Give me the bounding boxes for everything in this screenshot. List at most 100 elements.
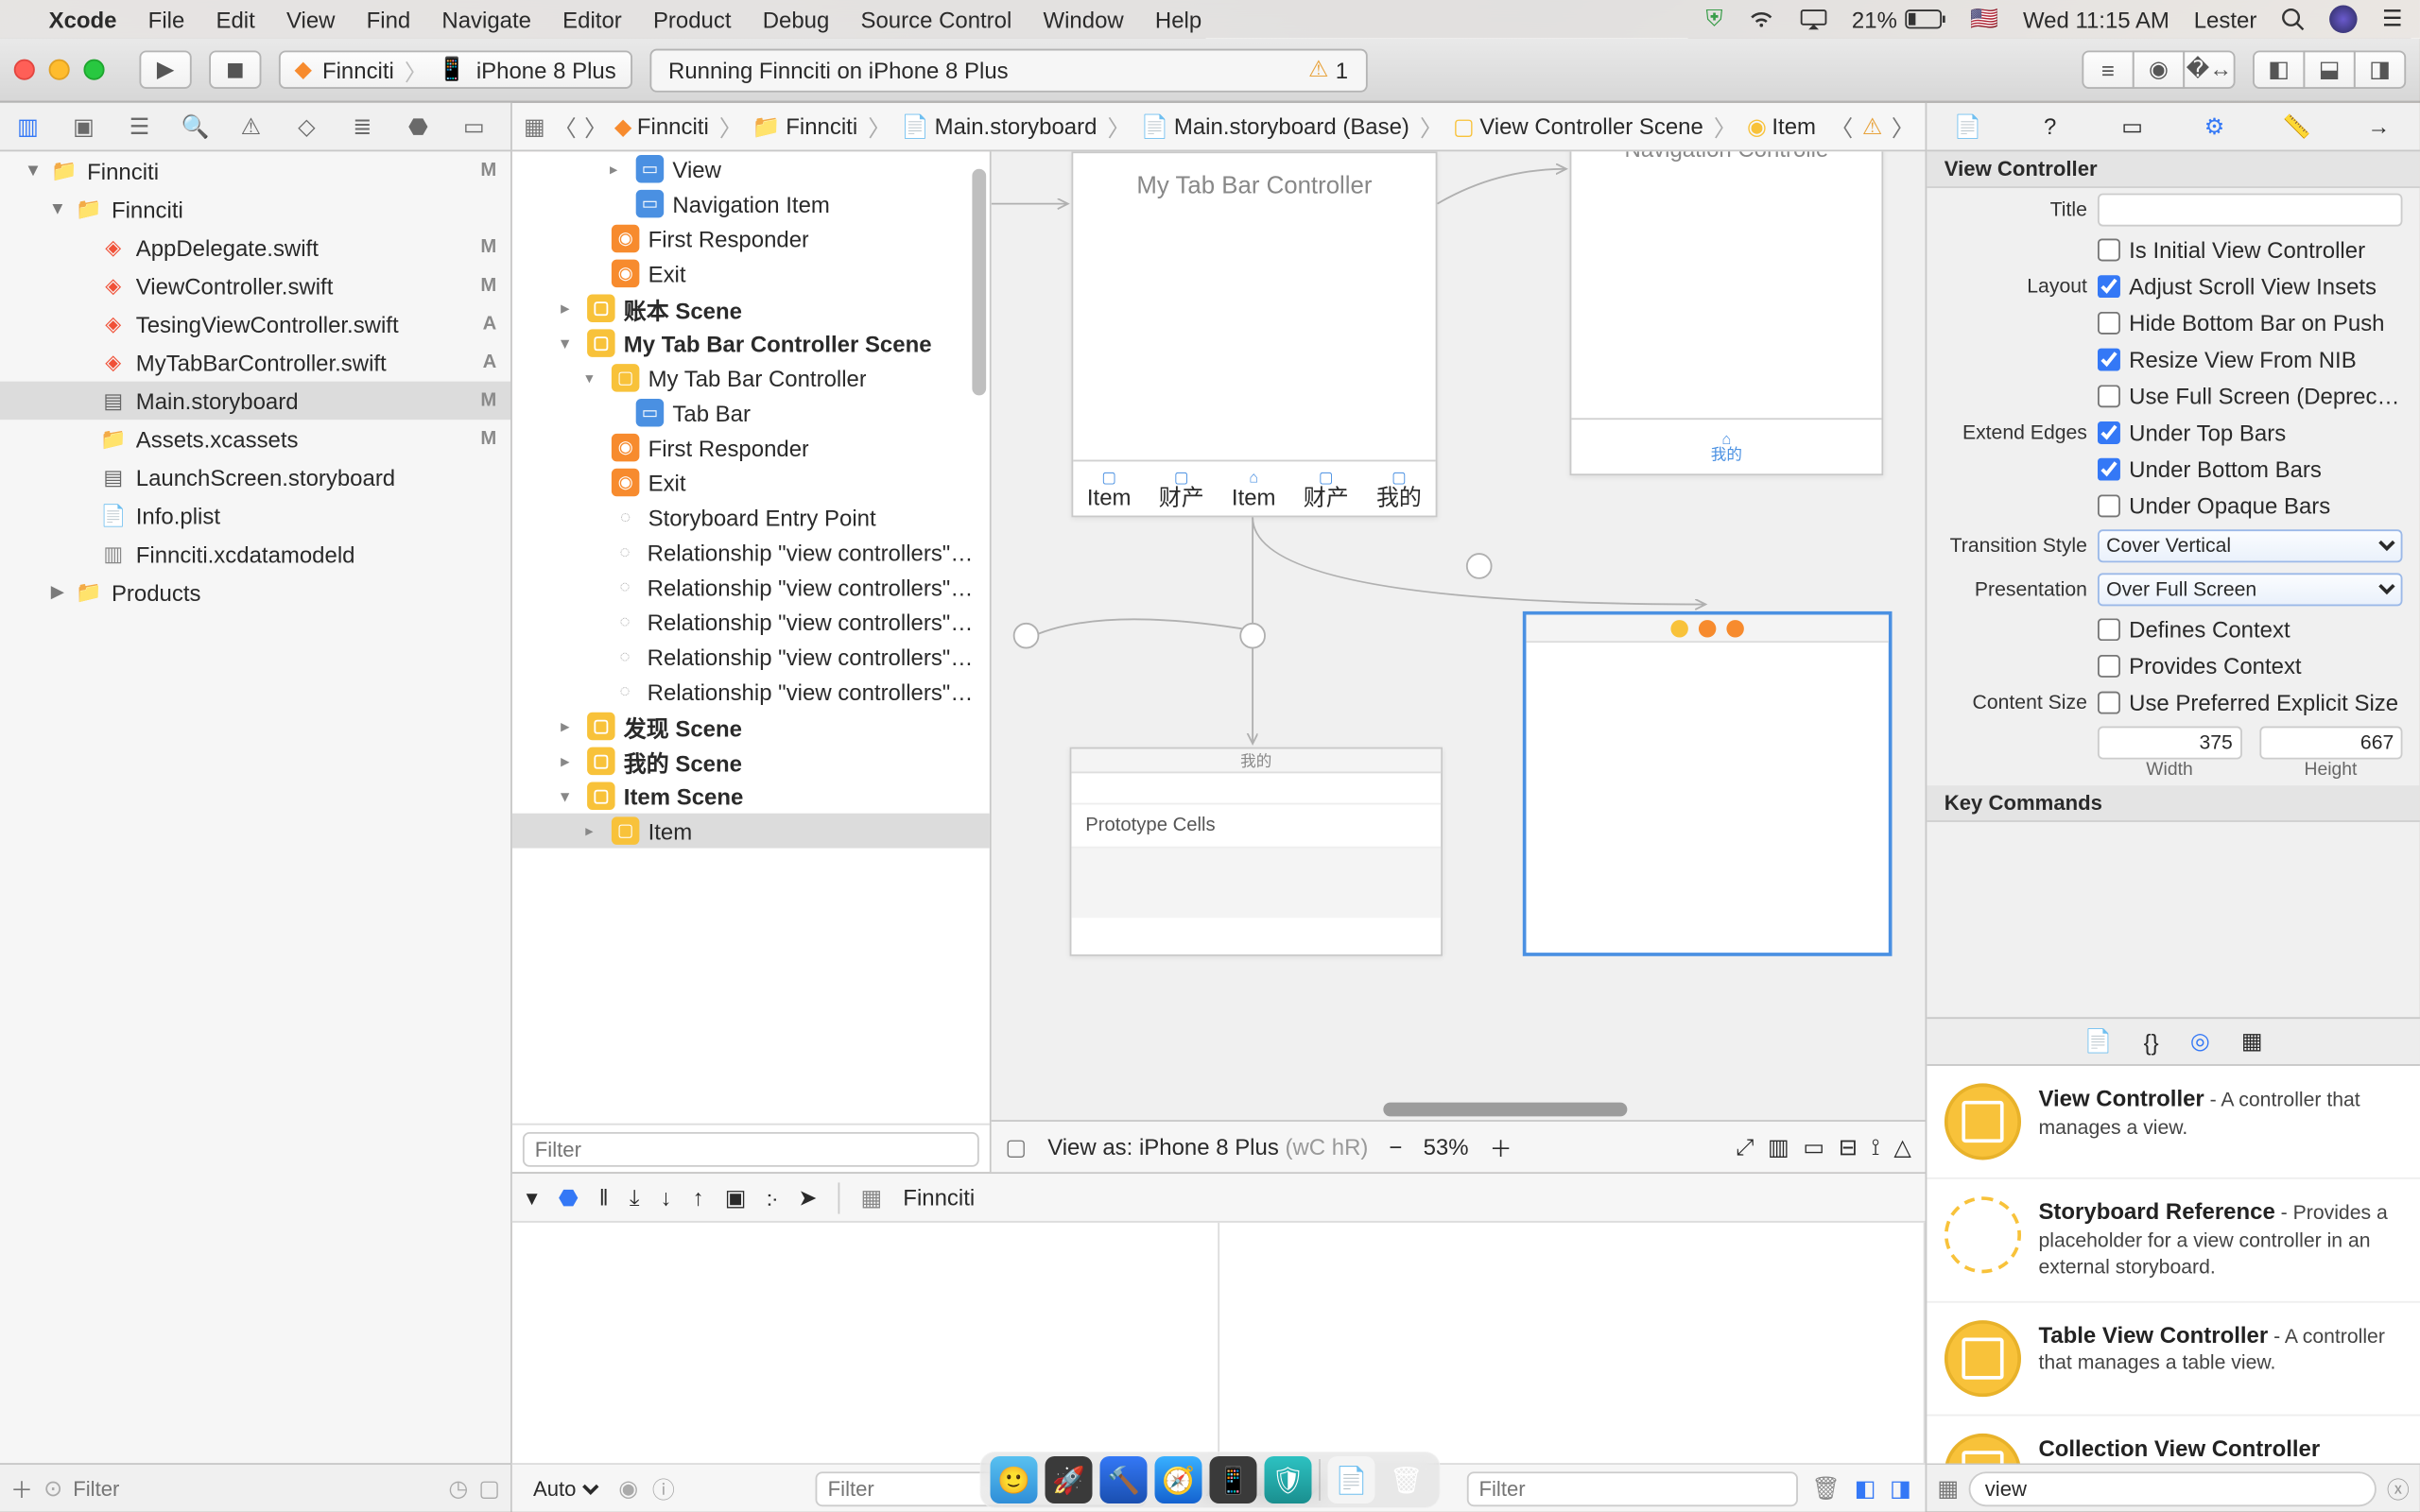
canvas-selected-vc[interactable] bbox=[1523, 611, 1893, 956]
issue-navigator-tab[interactable]: ⚠ bbox=[223, 102, 279, 151]
library-item[interactable]: Storyboard Reference - Provides a placeh… bbox=[1927, 1179, 2420, 1302]
next-issue-button[interactable]: 〉 bbox=[1891, 109, 1914, 144]
console-view[interactable] bbox=[1219, 1223, 1925, 1463]
crumb-file[interactable]: 📄Main.storyboard bbox=[901, 112, 1097, 140]
source-control-navigator-tab[interactable]: ▣ bbox=[56, 102, 112, 151]
adjust-insets-checkbox[interactable] bbox=[2098, 275, 2120, 298]
memory-graph-button[interactable]: ჻ bbox=[767, 1183, 777, 1211]
continue-button[interactable]: ‖ bbox=[599, 1184, 609, 1211]
scm-filter-icon[interactable]: ▢ bbox=[478, 1474, 500, 1502]
input-source-icon[interactable]: 🇺🇸 bbox=[1970, 6, 1998, 33]
clear-filter-button[interactable]: ⓧ bbox=[2387, 1471, 2410, 1504]
toggle-console-button[interactable]: ◨ bbox=[1890, 1474, 1911, 1502]
breakpoint-navigator-tab[interactable]: ⬣ bbox=[390, 102, 446, 151]
file-row[interactable]: ▤Main.storyboardM bbox=[0, 382, 510, 421]
crumb-project[interactable]: ◆Finnciti bbox=[614, 112, 709, 140]
menu-edit[interactable]: Edit bbox=[216, 6, 254, 32]
file-row[interactable]: ◈ViewController.swiftM bbox=[0, 266, 510, 305]
add-file-button[interactable]: ＋ bbox=[10, 1471, 33, 1504]
issue-indicator[interactable]: ⚠1 bbox=[1308, 56, 1348, 83]
outline-row[interactable]: ◌Relationship "view controllers" t… bbox=[512, 535, 990, 570]
dock-trash[interactable]: 🗑 bbox=[1383, 1456, 1430, 1503]
zoom-in-button[interactable]: ＋ bbox=[1490, 1130, 1512, 1163]
outline-row[interactable]: ◉First Responder bbox=[512, 430, 990, 465]
close-window[interactable] bbox=[14, 60, 35, 80]
recent-filter-icon[interactable]: ◷ bbox=[448, 1474, 468, 1502]
outline-row[interactable]: ◌Storyboard Entry Point bbox=[512, 500, 990, 535]
quick-help-tab[interactable]: ? bbox=[2026, 113, 2075, 140]
tab-item[interactable]: ▢财产 bbox=[1159, 470, 1204, 508]
size-inspector-tab[interactable]: 📏 bbox=[2273, 112, 2322, 140]
library-view-mode[interactable]: ▦ bbox=[1937, 1474, 1959, 1502]
step-over-button[interactable]: ⤓ bbox=[630, 1183, 640, 1211]
identity-inspector-tab[interactable]: ▭ bbox=[2108, 112, 2157, 140]
menu-debug[interactable]: Debug bbox=[763, 6, 830, 32]
siri-icon[interactable] bbox=[2330, 6, 2358, 33]
breakpoints-button[interactable]: ⬣ bbox=[559, 1183, 579, 1211]
run-button[interactable]: ▶ bbox=[139, 50, 191, 89]
file-row[interactable]: ▼📁Finnciti bbox=[0, 190, 510, 229]
minimize-window[interactable] bbox=[49, 60, 70, 80]
provides-context-checkbox[interactable] bbox=[2098, 655, 2120, 678]
under-top-checkbox[interactable] bbox=[2098, 421, 2120, 444]
spotlight-icon[interactable] bbox=[2281, 7, 2306, 31]
library-item[interactable]: View Controller - A controller that mana… bbox=[1927, 1066, 2420, 1179]
menu-file[interactable]: File bbox=[148, 6, 185, 32]
standard-editor[interactable]: ≡ bbox=[2082, 50, 2134, 89]
find-navigator-tab[interactable]: 🔍 bbox=[167, 102, 223, 151]
file-row[interactable]: ◈TesingViewController.swiftA bbox=[0, 305, 510, 344]
explicit-size-checkbox[interactable] bbox=[2098, 692, 2120, 714]
zoom-window[interactable] bbox=[83, 60, 104, 80]
outline-row[interactable]: ◌Relationship "view controllers" t… bbox=[512, 639, 990, 674]
canvas-tool-1[interactable]: ⤢ bbox=[1736, 1133, 1754, 1160]
canvas-nav-controller[interactable]: Navigation Controlle ⌂我的 bbox=[1570, 151, 1884, 475]
outline-row[interactable]: ◌Relationship "view controllers" t… bbox=[512, 570, 990, 605]
crumb-base[interactable]: 📄Main.storyboard (Base) bbox=[1141, 112, 1409, 140]
outline-row[interactable]: ▸▭View bbox=[512, 151, 990, 186]
tab-item[interactable]: ▢我的 bbox=[1376, 470, 1422, 508]
wifi-icon[interactable] bbox=[1747, 9, 1774, 29]
project-file-tree[interactable]: ▼📁FinncitiM▼📁Finnciti◈AppDelegate.swiftM… bbox=[0, 151, 510, 1463]
menu-navigate[interactable]: Navigate bbox=[441, 6, 531, 32]
outline-row[interactable]: ◉First Responder bbox=[512, 221, 990, 256]
library-filter-input[interactable] bbox=[1969, 1470, 2377, 1505]
related-items-button[interactable]: ▦ bbox=[523, 109, 546, 144]
file-template-library-tab[interactable]: 📄 bbox=[2084, 1027, 2113, 1055]
hide-bottom-checkbox[interactable] bbox=[2098, 312, 2120, 335]
outline-row[interactable]: ▾▢My Tab Bar Controller bbox=[512, 361, 990, 396]
navigator-filter-input[interactable] bbox=[73, 1476, 438, 1501]
file-row[interactable]: ▶📁Products bbox=[0, 573, 510, 611]
menu-view[interactable]: View bbox=[286, 6, 336, 32]
go-forward-button[interactable]: 〉 bbox=[584, 109, 608, 144]
menu-source-control[interactable]: Source Control bbox=[860, 6, 1011, 32]
outline-list[interactable]: ▸▭View▭Navigation Item◉First Responder◉E… bbox=[512, 151, 990, 1123]
debug-navigator-tab[interactable]: ≣ bbox=[335, 102, 390, 151]
outline-scrollbar[interactable] bbox=[972, 169, 986, 396]
stop-button[interactable]: ◼ bbox=[209, 50, 261, 89]
zoom-out-button[interactable]: − bbox=[1389, 1134, 1402, 1160]
variables-view[interactable] bbox=[512, 1223, 1219, 1463]
library-item[interactable]: Collection View Controller bbox=[1927, 1416, 2420, 1464]
vars-view-icon[interactable]: ◉ bbox=[618, 1474, 638, 1502]
initial-vc-checkbox[interactable] bbox=[2098, 238, 2120, 261]
variables-scope-select[interactable]: Auto bbox=[527, 1474, 605, 1502]
file-row[interactable]: ▼📁FinncitiM bbox=[0, 151, 510, 190]
menu-window[interactable]: Window bbox=[1043, 6, 1123, 32]
location-button[interactable]: ➤ bbox=[798, 1183, 817, 1211]
dock-safari[interactable]: 🧭 bbox=[1155, 1456, 1202, 1503]
outline-row[interactable]: ▸▢账本 Scene bbox=[512, 291, 990, 326]
align-button[interactable]: ⊟ bbox=[1839, 1133, 1858, 1160]
outline-row[interactable]: ▭Tab Bar bbox=[512, 395, 990, 430]
outline-row[interactable]: ◌Relationship "view controllers" t… bbox=[512, 605, 990, 640]
zoom-level[interactable]: 53% bbox=[1424, 1134, 1469, 1160]
title-field[interactable] bbox=[2098, 194, 2403, 227]
version-editor[interactable]: �↔ bbox=[2183, 50, 2235, 89]
file-row[interactable]: ▥Finnciti.xcdatamodeld bbox=[0, 535, 510, 574]
outline-row[interactable]: ◌Relationship "view controllers" t… bbox=[512, 674, 990, 709]
width-field[interactable] bbox=[2098, 727, 2241, 760]
toggle-outline-button[interactable]: ▢ bbox=[1005, 1133, 1027, 1160]
tab-item[interactable]: ▢财产 bbox=[1304, 470, 1349, 508]
notification-center-icon[interactable]: ☰ bbox=[2382, 6, 2402, 33]
toggle-inspector[interactable]: ◨ bbox=[2354, 50, 2406, 89]
crumb-group[interactable]: 📁Finnciti bbox=[752, 112, 857, 140]
